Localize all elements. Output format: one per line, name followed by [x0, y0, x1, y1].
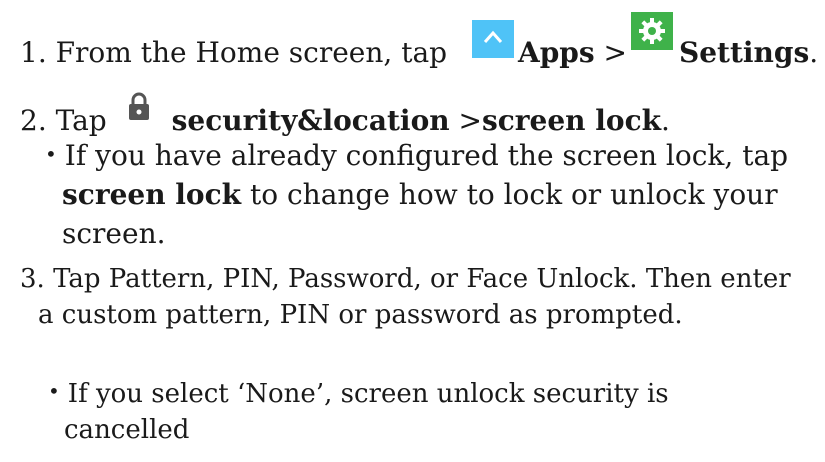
bullet-1-line-3: screen. — [62, 217, 166, 251]
lock-icon — [128, 92, 150, 122]
bullet-1-text-3: screen. — [62, 217, 166, 250]
bullet-2-line-2: cancelled — [64, 413, 189, 447]
screen-lock-label: screen lock — [481, 104, 662, 137]
step-2: 2. Tap security&location >screen lock. — [20, 92, 670, 138]
bullet-2-text: If you select ‘None’, screen unlock secu… — [67, 379, 669, 409]
step-3-line-2: a custom pattern, PIN or password as pro… — [38, 298, 683, 332]
step-1-text: 1. From the Home screen, tap — [20, 36, 456, 69]
step-2-text: 2. Tap — [20, 104, 116, 137]
step-3-line-1: 3. Tap Pattern, PIN, Password, or Face U… — [20, 262, 791, 296]
bullet-dot: • — [45, 142, 57, 166]
settings-label: Settings — [679, 36, 810, 69]
step-2-separator: > — [449, 104, 482, 137]
step-1-separator: > — [594, 36, 627, 69]
bullet-2-line-1: • If you select ‘None’, screen unlock sec… — [48, 377, 669, 412]
step-2-suffix: . — [661, 104, 670, 137]
bullet-1-text: If you have already configured the scree… — [64, 139, 789, 172]
step-1-suffix: . — [809, 36, 819, 69]
apps-chevron-up-icon — [471, 20, 514, 58]
settings-gear-icon — [631, 12, 673, 50]
bullet-dot: • — [48, 379, 60, 403]
bullet-1-text-2: to change how to lock or unlock your — [241, 178, 778, 211]
bullet-1-screen-lock-label: screen lock — [62, 178, 242, 211]
bullet-2-text-2: cancelled — [64, 415, 190, 445]
step-1: 1. From the Home screen, tap Apps > Setti… — [20, 12, 819, 70]
step-3-text-2: a custom pattern, PIN or password as pro… — [38, 300, 683, 330]
apps-label: Apps — [517, 36, 595, 69]
bullet-1-line-2: screen lock to change how to lock or unl… — [62, 178, 778, 212]
security-location-label: security&location — [171, 104, 450, 137]
bullet-1-line-1: • If you have already configured the scre… — [45, 139, 788, 175]
step-3-text: 3. Tap Pattern, PIN, Password, or Face U… — [20, 264, 791, 294]
